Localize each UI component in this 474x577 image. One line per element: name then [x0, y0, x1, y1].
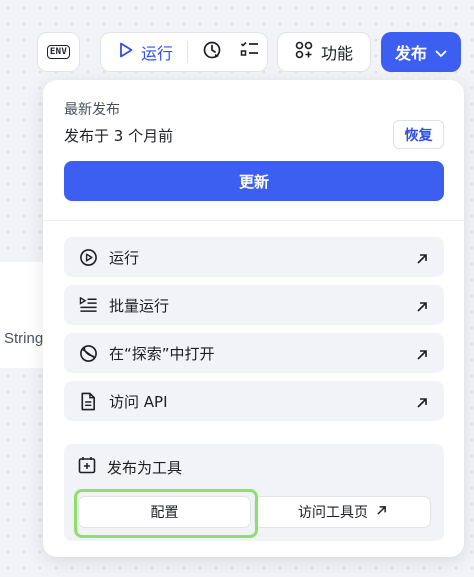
menu-item-label: 运行	[109, 248, 140, 267]
arrow-up-right-icon	[416, 250, 430, 264]
tool-section-title: 发布为工具	[107, 458, 183, 477]
publish-label: 发布	[394, 44, 427, 63]
checklist-icon[interactable]	[240, 41, 260, 63]
toolbar-divider	[187, 41, 189, 63]
feature-label: 功能	[320, 44, 353, 63]
arrow-up-right-icon	[416, 394, 430, 408]
env-button[interactable]: ENV	[37, 32, 80, 72]
feature-icon	[295, 41, 313, 63]
menu-item-label: 访问 API	[109, 392, 168, 411]
menu-item-run[interactable]: 运行	[64, 237, 444, 277]
menu-item-label: 在“探索”中打开	[109, 344, 215, 363]
visit-tool-label: 访问工具页	[298, 505, 368, 521]
play-circle-icon	[78, 247, 98, 267]
calendar-tool-icon	[78, 456, 96, 478]
highlight-box	[74, 489, 258, 538]
arrow-up-right-icon	[376, 504, 387, 520]
publish-button[interactable]: 发布	[381, 32, 461, 72]
menu-item-explore[interactable]: 在“探索”中打开	[64, 333, 444, 373]
document-icon	[78, 391, 98, 411]
menu-item-batch-run[interactable]: 批量运行	[64, 285, 444, 325]
explore-icon	[78, 343, 98, 363]
update-button[interactable]: 更新	[64, 161, 444, 201]
menu-item-label: 批量运行	[109, 296, 170, 315]
batch-run-icon	[78, 295, 98, 315]
publish-dropdown: 最新发布 发布于 3 个月前 恢复 更新 运行 批量运行 在“探索”中打开 访问…	[43, 80, 464, 557]
latest-publish-time: 发布于 3 个月前	[64, 127, 174, 145]
arrow-up-right-icon	[416, 346, 430, 360]
arrow-up-right-icon	[416, 298, 430, 312]
panel-divider	[43, 220, 464, 221]
play-icon	[119, 42, 133, 62]
restore-button[interactable]: 恢复	[393, 120, 444, 149]
tool-section-header: 发布为工具	[78, 456, 182, 478]
history-icon[interactable]	[202, 40, 222, 64]
feature-button[interactable]: 功能	[277, 32, 371, 72]
chevron-down-icon	[435, 43, 447, 62]
visit-tool-page-button[interactable]: 访问工具页	[254, 496, 431, 528]
canvas-node-type: String	[4, 330, 44, 347]
menu-item-api[interactable]: 访问 API	[64, 381, 444, 421]
env-icon: ENV	[46, 45, 71, 59]
latest-publish-title: 最新发布	[64, 102, 120, 118]
run-toolbar-group: 运行	[100, 32, 268, 72]
run-button[interactable]: 运行	[141, 40, 173, 64]
